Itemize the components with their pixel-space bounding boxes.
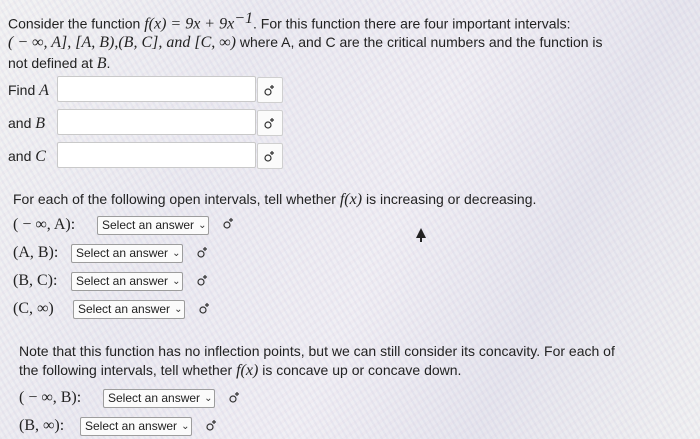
select-c-inf[interactable]: Select an answer ⌄ (73, 300, 186, 319)
select-label: Select an answer (108, 391, 201, 405)
sigma-help-icon[interactable] (196, 245, 210, 263)
chevron-down-icon: ⌄ (172, 276, 181, 287)
section2-text: For each of the following open intervals… (13, 191, 340, 207)
section2-func: f(x) (339, 191, 363, 208)
answer-input-c[interactable] (58, 143, 255, 167)
select-label: Select an answer (76, 274, 169, 288)
section3-text: the following intervals, tell whether (19, 362, 237, 378)
help-button-c[interactable] (257, 143, 283, 169)
chevron-down-icon: ⌄ (181, 421, 190, 432)
chevron-down-icon: ⌄ (198, 220, 207, 231)
section3-func: f(x) (236, 362, 259, 379)
sigma-help-icon (264, 85, 274, 96)
interval-label-neg-inf-a: ( − ∞, A): (13, 216, 76, 233)
answer-input-b[interactable] (58, 110, 255, 134)
sigma-help-icon-glyph (197, 275, 207, 286)
section3-line-2: the following intervals, tell whether f(… (19, 361, 461, 380)
select-neg-inf-b[interactable]: Select an answer ⌄ (103, 389, 216, 408)
field-label-prefix: Find (8, 82, 40, 98)
function-expression: f(x) = 9x + 9x (144, 15, 235, 33)
help-button-a[interactable] (257, 77, 283, 103)
field-label-b: and B (8, 114, 45, 133)
intro-text-3: not defined at (8, 55, 97, 71)
sigma-help-icon[interactable] (228, 390, 242, 408)
field-label-var: C (35, 148, 46, 165)
intervals-expression: ( − ∞, A], [A, B),(B, C], and [C, ∞) (8, 34, 236, 51)
section3-text-tail: is concave up or concave down. (258, 362, 462, 378)
section3-line-1: Note that this function has no inflectio… (19, 343, 615, 359)
sigma-help-icon[interactable] (198, 301, 212, 319)
intro-text-2: where A, and C are the critical numbers … (235, 34, 603, 50)
sigma-help-icon-glyph (223, 218, 233, 229)
select-label: Select an answer (102, 218, 195, 232)
sigma-help-icon-glyph (229, 392, 239, 403)
field-label-a: Find A (8, 81, 49, 100)
sigma-help-icon-glyph (199, 303, 209, 314)
function-exponent: −1 (234, 10, 253, 27)
select-b-c[interactable]: Select an answer ⌄ (71, 272, 184, 291)
field-label-var: B (35, 115, 46, 132)
sigma-help-icon (264, 118, 274, 129)
help-button-b[interactable] (257, 110, 283, 136)
field-label-prefix: and (8, 115, 36, 131)
interval-label-b-c: (B, C): (13, 272, 58, 289)
intro-period: . (106, 55, 111, 71)
section2-text-tail: is increasing or decreasing. (362, 191, 537, 207)
intro-text-tail: . For this function there are four impor… (253, 15, 571, 32)
sigma-help-icon-glyph (197, 247, 207, 258)
interval-label-c-inf: (C, ∞) (13, 300, 54, 317)
intro-line-1: Consider the function f(x) = 9x + 9x−1. … (8, 10, 570, 34)
select-b-inf[interactable]: Select an answer ⌄ (80, 417, 193, 436)
field-label-c: and C (8, 147, 46, 166)
answer-field-c[interactable] (57, 142, 256, 168)
chevron-down-icon: ⌄ (204, 393, 213, 404)
interval-label-a-b: (A, B): (13, 244, 59, 261)
intro-line-3: not defined at B. (8, 54, 110, 73)
intro-var-b: B (96, 55, 107, 72)
select-label: Select an answer (85, 419, 178, 433)
interval-label-neg-inf-b: ( − ∞, B): (19, 389, 82, 406)
chevron-down-icon: ⌄ (172, 248, 181, 259)
answer-field-a[interactable] (57, 76, 256, 102)
select-label: Select an answer (76, 246, 169, 260)
sigma-help-icon[interactable] (222, 216, 236, 234)
sigma-help-icon-glyph (206, 420, 216, 431)
field-label-var: A (39, 82, 49, 99)
select-a-b[interactable]: Select an answer ⌄ (71, 244, 184, 263)
sigma-help-icon[interactable] (196, 273, 210, 291)
interval-label-b-inf: (B, ∞): (19, 417, 65, 434)
section2-prompt: For each of the following open intervals… (13, 190, 536, 209)
field-label-prefix: and (8, 148, 36, 164)
cursor-icon (416, 228, 426, 242)
intro-line-2: ( − ∞, A], [A, B),(B, C], and [C, ∞) whe… (8, 33, 603, 52)
sigma-help-icon[interactable] (205, 418, 219, 436)
select-label: Select an answer (78, 302, 171, 316)
answer-field-b[interactable] (57, 109, 256, 135)
chevron-down-icon: ⌄ (174, 304, 183, 315)
answer-input-a[interactable] (58, 77, 255, 101)
intro-text: Consider the function (8, 15, 145, 32)
select-neg-inf-a[interactable]: Select an answer ⌄ (97, 216, 210, 235)
sigma-help-icon (264, 151, 274, 162)
